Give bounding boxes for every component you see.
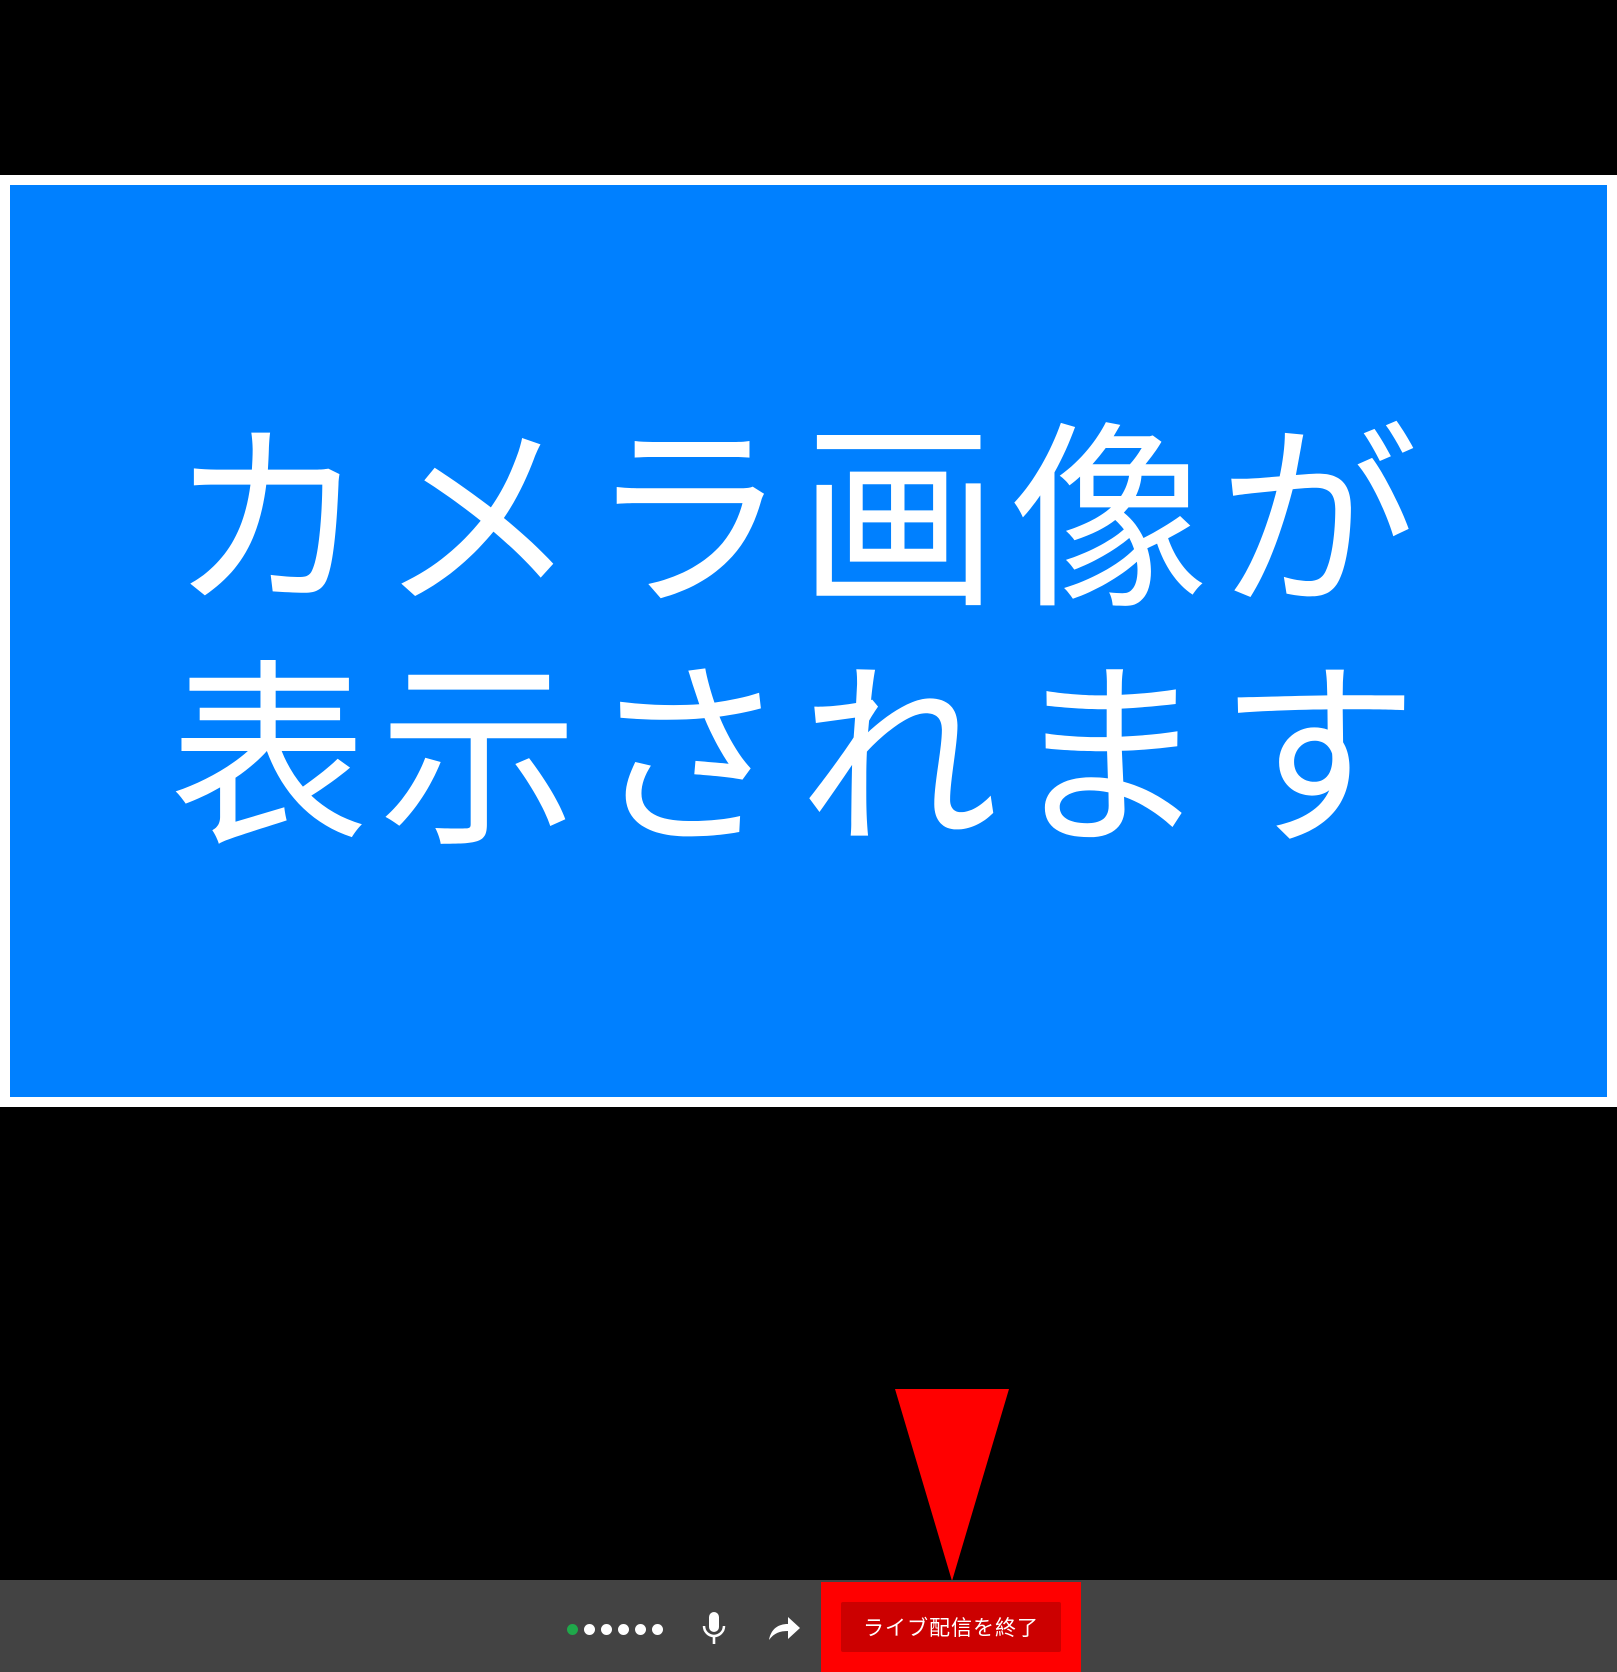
share-arrow-icon	[769, 1617, 800, 1640]
camera-placeholder-text: カメラ画像が 表示されます	[168, 405, 1429, 876]
annotation-down-arrow	[895, 1389, 1009, 1581]
share-button[interactable]	[766, 1612, 802, 1646]
end-live-button[interactable]: ライブ配信を終了	[841, 1602, 1061, 1652]
camera-preview: カメラ画像が 表示されます	[10, 185, 1607, 1097]
connection-status-indicator	[567, 1623, 663, 1635]
live-control-bar	[0, 1580, 1617, 1672]
status-dot-inactive	[584, 1623, 595, 1635]
microphone-button[interactable]	[699, 1611, 729, 1647]
microphone-icon	[702, 1612, 726, 1644]
status-dot-inactive	[635, 1623, 646, 1635]
status-dot-active	[567, 1623, 578, 1635]
status-dot-inactive	[618, 1623, 629, 1635]
camera-frame: カメラ画像が 表示されます	[0, 175, 1617, 1107]
status-dot-inactive	[601, 1623, 612, 1635]
status-dot-inactive	[652, 1623, 663, 1635]
